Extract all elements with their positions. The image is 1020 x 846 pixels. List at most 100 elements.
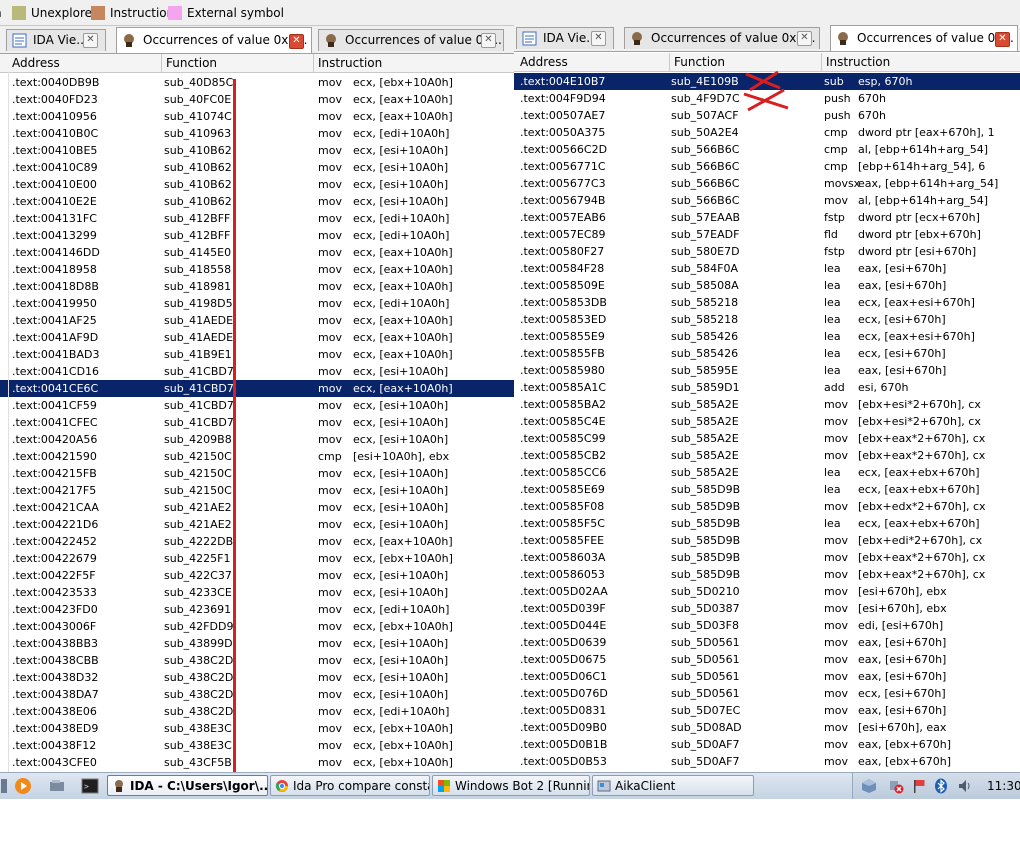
column-address[interactable]: Address: [8, 54, 162, 72]
result-row[interactable]: .text:00438ED9 sub_438E3C mov ecx, [ebx+10A…: [0, 720, 514, 737]
result-row[interactable]: .text:0057EC89 sub_57EADF fld dword ptr [eb…: [514, 226, 1020, 243]
close-icon[interactable]: ✕: [481, 33, 496, 48]
result-row[interactable]: .text:005D02AA sub_5D0210 mov [esi+670h], e…: [514, 583, 1020, 600]
result-row[interactable]: .text:00438BB3 sub_43899D mov ecx, [esi+10A…: [0, 635, 514, 652]
result-row[interactable]: .text:005677C3 sub_566B6C movsxeax, [ebp+6…: [514, 175, 1020, 192]
taskbar-button-ida[interactable]: IDA - C:\Users\Igor\...: [107, 775, 268, 796]
right-tab-occurrences-2[interactable]: Occurrences of value 0x... ✕: [830, 25, 1018, 51]
result-row[interactable]: .text:00421CAA sub_421AE2 mov ecx, [esi+10A…: [0, 499, 514, 516]
network-error-icon[interactable]: [888, 778, 904, 794]
result-row[interactable]: .text:00410B0C sub_410963 mov ecx, [edi+10A…: [0, 125, 514, 142]
result-row[interactable]: .text:0043006F sub_42FDD9 mov ecx, [ebx+10A…: [0, 618, 514, 635]
result-row[interactable]: .text:0041CF59 sub_41CBD7 mov ecx, [esi+10A…: [0, 397, 514, 414]
result-row[interactable]: .text:00585F08 sub_585D9B mov [ebx+edx*2+67…: [514, 498, 1020, 515]
result-row[interactable]: .text:00418958 sub_418558 mov ecx, [eax+10A…: [0, 261, 514, 278]
result-row[interactable]: .text:00585A1C sub_5859D1 add esi, 670h: [514, 379, 1020, 396]
result-row[interactable]: .text:005853DB sub_585218 lea ecx, [eax+esi…: [514, 294, 1020, 311]
console-icon[interactable]: >: [81, 777, 99, 795]
result-row[interactable]: .text:00410C89 sub_410B62 mov ecx, [esi+10A…: [0, 159, 514, 176]
media-player-icon[interactable]: [14, 777, 32, 795]
result-row[interactable]: .text:0041AF25 sub_41AEDE mov ecx, [eax+10A…: [0, 312, 514, 329]
result-row[interactable]: .text:0041BAD3 sub_41B9E1 mov ecx, [eax+10A…: [0, 346, 514, 363]
result-row[interactable]: .text:0040DB9B sub_40D85C mov ecx, [ebx+10A…: [0, 74, 514, 91]
result-row[interactable]: .text:005D039F sub_5D0387 mov [esi+670h], e…: [514, 600, 1020, 617]
result-row[interactable]: .text:0041CFEC sub_41CBD7 mov ecx, [esi+10A…: [0, 414, 514, 431]
result-row[interactable]: .text:00410E2E sub_410B62 mov ecx, [esi+10A…: [0, 193, 514, 210]
result-row[interactable]: .text:00438D32 sub_438C2D mov ecx, [esi+10A…: [0, 669, 514, 686]
result-row[interactable]: .text:00586053 sub_585D9B mov [ebx+eax*2+67…: [514, 566, 1020, 583]
result-row[interactable]: .text:00585BA2 sub_585A2E mov [ebx+esi*2+67…: [514, 396, 1020, 413]
result-row[interactable]: .text:00585980 sub_58595E lea eax, [esi+670…: [514, 362, 1020, 379]
result-row[interactable]: .text:005D044E sub_5D03F8 mov edi, [esi+670…: [514, 617, 1020, 634]
result-row[interactable]: .text:0041CD16 sub_41CBD7 mov ecx, [esi+10A…: [0, 363, 514, 380]
result-row[interactable]: .text:00410956 sub_41074C mov ecx, [eax+10A…: [0, 108, 514, 125]
result-row[interactable]: .text:005D0675 sub_5D0561 mov eax, [esi+670…: [514, 651, 1020, 668]
result-row[interactable]: .text:0057EAB6 sub_57EAAB fstp dword ptr [e…: [514, 209, 1020, 226]
result-row[interactable]: .text:00410BE5 sub_410B62 mov ecx, [esi+10A…: [0, 142, 514, 159]
result-row[interactable]: .text:00413299 sub_412BFF mov ecx, [edi+10A…: [0, 227, 514, 244]
result-row[interactable]: .text:004221D6 sub_421AE2 mov ecx, [esi+10A…: [0, 516, 514, 533]
column-instruction[interactable]: Instruction: [314, 54, 514, 72]
result-row[interactable]: .text:004146DD sub_4145E0 mov ecx, [eax+10A…: [0, 244, 514, 261]
column-address[interactable]: Address: [516, 53, 670, 71]
result-row[interactable]: .text:00585CC6 sub_585A2E lea ecx, [eax+ebx…: [514, 464, 1020, 481]
result-row[interactable]: .text:00438CBB sub_438C2D mov ecx, [esi+10A…: [0, 652, 514, 669]
close-icon[interactable]: ✕: [995, 32, 1010, 47]
result-row[interactable]: .text:0058509E sub_58508A lea eax, [esi+670…: [514, 277, 1020, 294]
result-row[interactable]: .text:00438E06 sub_438C2D mov ecx, [edi+10A…: [0, 703, 514, 720]
result-row[interactable]: .text:00585C99 sub_585A2E mov [ebx+eax*2+67…: [514, 430, 1020, 447]
close-icon[interactable]: ✕: [797, 31, 812, 46]
result-row[interactable]: .text:00422F5F sub_422C37 mov ecx, [esi+10A…: [0, 567, 514, 584]
result-row[interactable]: .text:00422452 sub_4222DB mov ecx, [eax+10A…: [0, 533, 514, 550]
column-function[interactable]: Function: [162, 54, 314, 72]
result-row[interactable]: .text:0058603A sub_585D9B mov [ebx+eax*2+67…: [514, 549, 1020, 566]
result-row[interactable]: .text:005D0639 sub_5D0561 mov eax, [esi+670…: [514, 634, 1020, 651]
taskbar-button-chrome[interactable]: Ida Pro compare constan...: [270, 775, 430, 796]
taskbar-button-aikaclient[interactable]: AikaClient: [592, 775, 754, 796]
result-row[interactable]: .text:00419950 sub_4198D5 mov ecx, [edi+10A…: [0, 295, 514, 312]
result-row[interactable]: .text:005D06C1 sub_5D0561 mov eax, [esi+670…: [514, 668, 1020, 685]
result-row[interactable]: .text:0041AF9D sub_41AEDE mov ecx, [eax+10A…: [0, 329, 514, 346]
result-row[interactable]: .text:00585FEE sub_585D9B mov [ebx+edi*2+67…: [514, 532, 1020, 549]
result-row[interactable]: .text:005D0B53 sub_5D0AF7 mov eax, [ebx+670…: [514, 753, 1020, 770]
left-tab-occurrences-1[interactable]: Occurrences of value 0x1... ✕: [116, 27, 312, 53]
left-tab-occurrences-2[interactable]: Occurrences of value 0x... ✕: [318, 29, 504, 51]
column-instruction[interactable]: Instruction: [822, 53, 1020, 71]
result-row[interactable]: .text:0043CFE0 sub_43CF5B mov ecx, [ebx+10A…: [0, 754, 514, 771]
close-icon[interactable]: ✕: [83, 33, 98, 48]
result-row[interactable]: .text:00566C2D sub_566B6C cmp al, [ebp+614h…: [514, 141, 1020, 158]
result-row[interactable]: .text:0040FD23 sub_40FC0E mov ecx, [eax+10A…: [0, 91, 514, 108]
result-row[interactable]: .text:005855E9 sub_585426 lea ecx, [eax+esi…: [514, 328, 1020, 345]
result-row[interactable]: .text:00585E69 sub_585D9B lea ecx, [eax+ebx…: [514, 481, 1020, 498]
close-icon[interactable]: ✕: [289, 34, 304, 49]
result-row[interactable]: .text:00585CB2 sub_585A2E mov [ebx+eax*2+67…: [514, 447, 1020, 464]
result-row[interactable]: .text:00422679 sub_4225F1 mov ecx, [ebx+10A…: [0, 550, 514, 567]
flag-icon[interactable]: [911, 778, 927, 794]
result-row[interactable]: .text:00438DA7 sub_438C2D mov ecx, [esi+10A…: [0, 686, 514, 703]
column-function[interactable]: Function: [670, 53, 822, 71]
result-row[interactable]: .text:00584F28 sub_584F0A lea eax, [esi+670…: [514, 260, 1020, 277]
left-tab-ida-view[interactable]: IDA Vie... ✕: [6, 29, 106, 51]
explorer-icon[interactable]: [48, 777, 66, 795]
result-row[interactable]: .text:00410E00 sub_410B62 mov ecx, [esi+10A…: [0, 176, 514, 193]
clock[interactable]: 11:30: [987, 779, 1020, 793]
result-row[interactable]: .text:005D09B0 sub_5D08AD mov [esi+670h], e…: [514, 719, 1020, 736]
close-icon[interactable]: ✕: [591, 31, 606, 46]
result-row[interactable]: .text:00438F12 sub_438E3C mov ecx, [ebx+10A…: [0, 737, 514, 754]
result-row[interactable]: .text:0056771C sub_566B6C cmp [ebp+614h+arg…: [514, 158, 1020, 175]
result-row[interactable]: .text:00585F5C sub_585D9B lea ecx, [eax+ebx…: [514, 515, 1020, 532]
result-row[interactable]: .text:00418D8B sub_418981 mov ecx, [eax+10A…: [0, 278, 514, 295]
result-row[interactable]: .text:00580F27 sub_580E7D fstp dword ptr [e…: [514, 243, 1020, 260]
result-row[interactable]: .text:005D0831 sub_5D07EC mov eax, [esi+670…: [514, 702, 1020, 719]
volume-icon[interactable]: [957, 778, 973, 794]
right-tab-occurrences-1[interactable]: Occurrences of value 0x1... ✕: [624, 27, 820, 49]
right-tab-ida-view[interactable]: IDA Vie... ✕: [516, 27, 614, 49]
bluetooth-icon[interactable]: [933, 778, 949, 794]
result-row[interactable]: .text:004217F5 sub_42150C mov ecx, [esi+10A…: [0, 482, 514, 499]
result-row[interactable]: .text:0056794B sub_566B6C mov al, [ebp+614h…: [514, 192, 1020, 209]
result-row[interactable]: .text:005855FB sub_585426 lea ecx, [esi+670…: [514, 345, 1020, 362]
result-row[interactable]: .text:00423533 sub_4233CE mov ecx, [esi+10A…: [0, 584, 514, 601]
result-row[interactable]: .text:005D0B1B sub_5D0AF7 mov eax, [ebx+670…: [514, 736, 1020, 753]
taskbar-button-virtualbox[interactable]: Windows Bot 2 [Running...: [432, 775, 590, 796]
result-row[interactable]: .text:0041CE6C sub_41CBD7 mov ecx, [eax+10A…: [0, 380, 514, 397]
